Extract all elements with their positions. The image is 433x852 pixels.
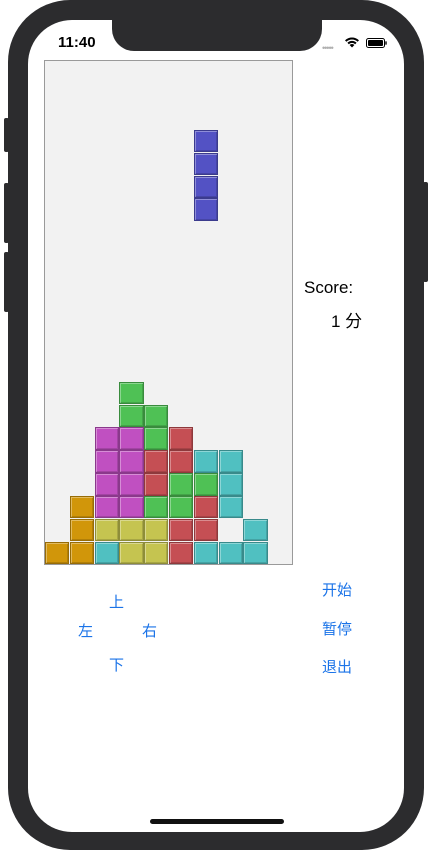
stacked-block <box>144 519 169 542</box>
pause-button[interactable]: 暂停 <box>322 618 352 639</box>
stacked-block <box>193 473 219 496</box>
stacked-block <box>218 541 243 565</box>
stacked-block <box>169 519 194 542</box>
stacked-block <box>119 541 144 565</box>
stacked-block <box>193 541 219 565</box>
stacked-block <box>193 519 219 542</box>
score-value: 1 分 <box>331 312 363 331</box>
stacked-block <box>144 404 169 427</box>
active-piece-block <box>193 152 219 175</box>
stacked-block <box>119 427 144 450</box>
stacked-block <box>243 541 268 565</box>
stacked-block <box>94 427 119 450</box>
stacked-block <box>94 496 119 519</box>
stacked-block <box>218 473 243 496</box>
stacked-block <box>119 496 144 519</box>
active-piece-block <box>193 198 219 221</box>
stacked-block <box>94 519 119 542</box>
stacked-block <box>169 496 194 519</box>
score-label: Score: <box>304 278 354 297</box>
quit-button[interactable]: 退出 <box>322 656 352 677</box>
stacked-block <box>69 541 95 565</box>
stacked-block <box>119 519 144 542</box>
stacked-block <box>144 450 169 473</box>
left-button[interactable]: 左 <box>78 620 93 641</box>
battery-icon <box>366 38 387 48</box>
stacked-block <box>218 450 243 473</box>
stacked-block <box>169 473 194 496</box>
right-button[interactable]: 右 <box>142 620 157 641</box>
stacked-block <box>69 519 95 542</box>
game-board <box>44 60 293 565</box>
stacked-block <box>193 450 219 473</box>
active-piece-block <box>193 129 219 153</box>
down-button[interactable]: 下 <box>109 654 124 675</box>
stacked-block <box>119 404 144 427</box>
status-time: 11:40 <box>58 34 96 51</box>
stacked-block <box>94 473 119 496</box>
stacked-block <box>243 519 268 542</box>
stacked-block <box>94 450 119 473</box>
stacked-block <box>218 496 243 519</box>
stacked-block <box>169 427 194 450</box>
notch <box>112 18 322 51</box>
stacked-block <box>144 427 169 450</box>
active-piece-block <box>193 175 219 198</box>
stacked-block <box>119 450 144 473</box>
stacked-block <box>45 541 70 565</box>
stacked-block <box>144 473 169 496</box>
stacked-block <box>193 496 219 519</box>
stacked-block <box>119 473 144 496</box>
start-button[interactable]: 开始 <box>322 579 352 600</box>
wifi-icon <box>345 37 359 48</box>
stacked-block <box>69 496 95 519</box>
home-indicator[interactable] <box>150 819 284 824</box>
signal-icon: ••••• <box>322 43 334 53</box>
stacked-block <box>119 381 144 404</box>
stacked-block <box>169 450 194 473</box>
stacked-block <box>144 496 169 519</box>
stacked-block <box>94 541 119 565</box>
stacked-block <box>144 541 169 565</box>
stacked-block <box>169 541 194 565</box>
up-button[interactable]: 上 <box>109 591 124 612</box>
